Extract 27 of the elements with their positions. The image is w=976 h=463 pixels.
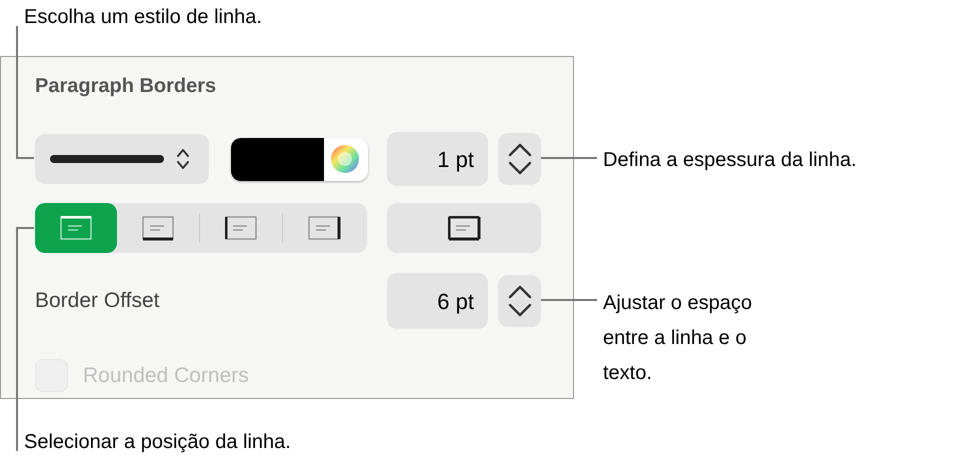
solid-line-icon: [50, 154, 164, 164]
callout-text: Selecionar a posição da linha.: [24, 430, 291, 455]
border-position-icon: [224, 216, 258, 240]
line-style-popup[interactable]: [35, 134, 209, 184]
chevron-down-icon: [508, 161, 532, 175]
callout-text: Escolha um estilo de linha.: [24, 5, 262, 30]
border-position-icon: [60, 216, 92, 240]
color-well[interactable]: [231, 138, 368, 180]
chevron-down-icon: [508, 303, 532, 317]
stepper[interactable]: [498, 275, 541, 327]
callout-text: Defina a espessura da linha.: [603, 148, 856, 173]
offset-field[interactable]: 6 pt: [387, 273, 488, 329]
updown-chevron-icon: [176, 147, 190, 171]
field-label: Border Offset: [35, 288, 161, 314]
stepper[interactable]: [498, 133, 541, 185]
chevron-up-icon: [508, 285, 532, 299]
callout-text: Ajustar o espaço entre a linha e o texto.: [603, 291, 753, 386]
chevron-up-icon: [508, 143, 532, 157]
width-field[interactable]: 1 pt: [387, 132, 488, 186]
border-position-icon: [448, 216, 480, 240]
color-wheel-icon: [330, 144, 360, 174]
section-title: Paragraph Borders: [35, 74, 218, 99]
leader-line: [541, 157, 597, 159]
leader-line: [541, 299, 597, 301]
border-position-icon: [308, 216, 340, 240]
border-position-icon: [142, 216, 174, 240]
all-borders-button[interactable]: [387, 203, 541, 253]
